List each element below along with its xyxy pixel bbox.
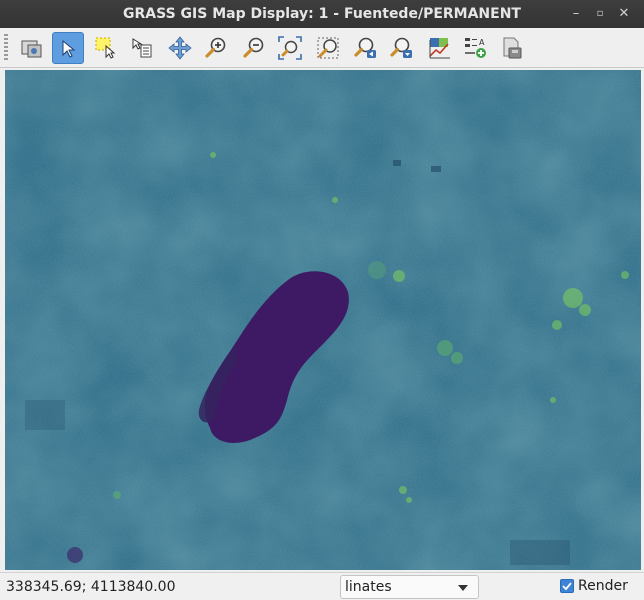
query-icon [132,38,152,58]
toolbar-grip[interactable] [4,34,8,62]
overlay-legend-button[interactable]: A [460,32,492,64]
zoom-out-icon [243,37,264,58]
pan-button[interactable] [164,32,196,64]
select-features-icon [95,37,116,59]
query-button[interactable] [126,32,158,64]
zoom-in-button[interactable] [200,32,232,64]
pointer-icon [62,39,76,58]
close-icon[interactable]: ✕ [614,4,634,24]
render-label: Render [578,578,628,594]
minimize-icon[interactable]: – [566,4,586,24]
zoom-back-button[interactable] [350,32,382,64]
zoom-in-icon [205,37,226,58]
display-map-button[interactable] [16,32,48,64]
coordinates-readout: 338345.69; 4113840.00 [6,579,176,595]
analyze-icon [429,38,450,59]
title-bar: GRASS GIS Map Display: 1 - Fuentede/PERM… [0,0,644,28]
maximize-icon[interactable]: ▫ [590,4,610,24]
zoom-back-icon [354,37,376,58]
select-features-button[interactable] [90,32,122,64]
display-mode-value: linates [345,579,392,595]
status-bar: 338345.69; 4113840.00 linates Render [0,572,644,600]
map-canvas[interactable] [5,70,641,570]
zoom-region-icon [317,37,339,59]
save-map-button[interactable] [496,32,528,64]
map-frame [0,68,644,572]
save-map-icon [503,37,522,59]
chevron-down-icon [458,585,468,591]
zoom-region-button[interactable] [312,32,344,64]
render-checkbox[interactable] [560,579,574,593]
window-title: GRASS GIS Map Display: 1 - Fuentede/PERM… [123,6,521,22]
map-toolbar: A [0,28,644,68]
zoom-options-icon [390,37,412,58]
checkmark-icon [562,582,572,591]
display-map-icon [21,40,42,58]
svg-text:A: A [479,38,485,47]
pointer-button[interactable] [52,32,84,64]
display-mode-select[interactable]: linates [340,575,479,599]
zoom-extent-button[interactable] [274,32,306,64]
overlay-legend-icon: A [465,38,486,58]
zoom-extent-icon [278,36,302,60]
raster-map [5,70,641,570]
analyze-button[interactable] [424,32,456,64]
zoom-options-button[interactable] [386,32,418,64]
pan-icon [168,36,192,60]
zoom-out-button[interactable] [238,32,270,64]
